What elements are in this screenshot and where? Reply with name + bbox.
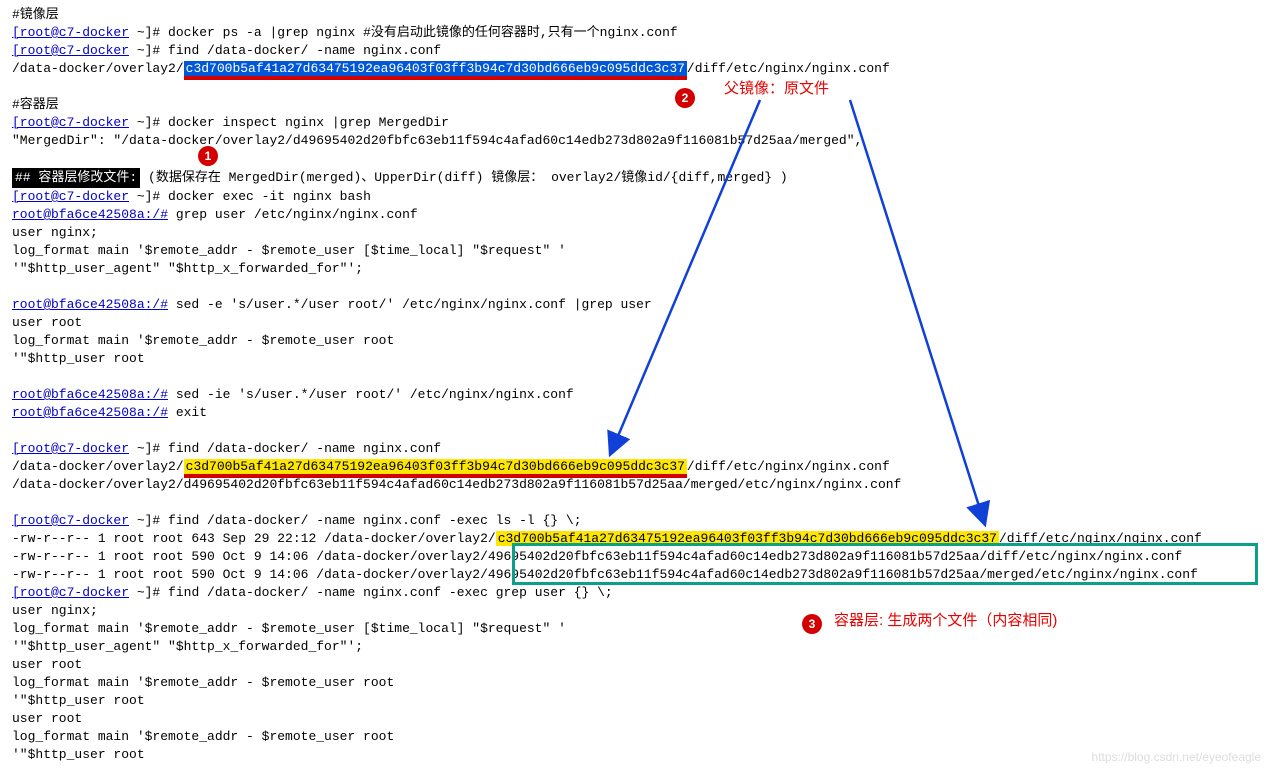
- anno-num-2: 2: [675, 88, 695, 108]
- rect-highlight: [512, 543, 1258, 585]
- anno-container-layer: 容器层: 生成两个文件（内容相同): [834, 612, 1057, 630]
- black-box-label: ## 容器层修改文件:: [12, 168, 140, 188]
- hash-image-highlight-blue: c3d700b5af41a27d63475192ea96403f03ff3b94…: [184, 61, 687, 80]
- prompt-container: root@bfa6ce42508a:/#: [12, 207, 168, 222]
- terminal-content: #镜像层 [root@c7-docker ~]# docker ps -a |g…: [12, 6, 1255, 764]
- anno-num-1: 1: [198, 146, 218, 166]
- anno-parent-image: 父镜像：原文件: [724, 80, 829, 98]
- comment-container-layer: #容器层: [12, 96, 1255, 114]
- watermark: https://blog.csdn.net/eyeofeagle: [1092, 748, 1261, 766]
- cmd: docker ps -a |grep nginx #没有启动此镜像的任何容器时,…: [168, 25, 678, 40]
- comment-image-layer: #镜像层: [12, 6, 1255, 24]
- prompt-host: [root@c7-docker: [12, 25, 129, 40]
- anno-num-3: 3: [802, 614, 822, 634]
